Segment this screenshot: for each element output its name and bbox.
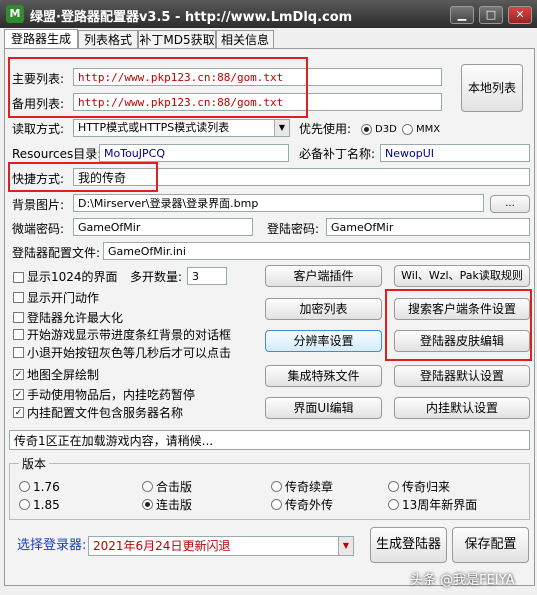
version-xuzhang-label: 传奇续章 — [285, 480, 334, 494]
select-launcher-value: 2021年6月24日更新闪退 — [93, 539, 231, 553]
tab-list-format[interactable]: 列表格式 — [78, 30, 138, 49]
micro-password-label: 微端密码: — [12, 222, 65, 236]
version-heji-label: 合击版 — [156, 480, 193, 494]
app-logo-icon: M — [6, 5, 24, 23]
tab-patch-md5[interactable]: 补丁MD5获取 — [138, 30, 216, 49]
version-185-radio[interactable] — [19, 499, 30, 510]
priority-label: 优先使用: — [299, 122, 352, 136]
default-settings-button[interactable]: 登陆器默认设置 — [394, 365, 530, 387]
watermark: 头条 @我是FEIYA — [410, 573, 515, 588]
login-password-label: 登陆密码: — [267, 222, 320, 236]
option-progress-dialog-checkbox[interactable] — [13, 329, 24, 340]
option-pause-potion-label: 手动使用物品后，内挂吃药暂停 — [27, 388, 196, 402]
login-password-input[interactable]: GameOfMir — [326, 218, 530, 236]
option-progress-dialog-label: 开始游戏显示带进度条红背景的对话框 — [27, 328, 232, 342]
integrate-files-button[interactable]: 集成特殊文件 — [265, 365, 382, 387]
plugin-default-button[interactable]: 内挂默认设置 — [394, 397, 530, 419]
option-door-label: 显示开门动作 — [27, 291, 100, 305]
option-pause-potion-checkbox[interactable]: ✓ — [13, 389, 24, 400]
chevron-down-icon[interactable]: ▼ — [274, 120, 289, 136]
encrypt-list-button[interactable]: 加密列表 — [265, 298, 382, 320]
option-logout-delay-label: 小退开始按钮灰色等几秒后才可以点击 — [27, 346, 232, 360]
multi-open-label: 多开数量: — [130, 270, 183, 284]
version-lianji-label: 连击版 — [156, 498, 193, 512]
multi-open-input[interactable]: 3 — [187, 267, 227, 285]
read-mode-label: 读取方式: — [12, 122, 65, 136]
micro-password-input[interactable]: GameOfMir — [73, 218, 253, 236]
version-185-label: 1.85 — [33, 498, 60, 512]
version-waizhuan-label: 传奇外传 — [285, 498, 334, 512]
read-mode-value: HTTP模式或HTTPS模式读列表 — [78, 121, 230, 134]
version-xuzhang-radio[interactable] — [271, 481, 282, 492]
client-plugin-button[interactable]: 客户端插件 — [265, 265, 382, 287]
resources-input[interactable]: MoTouJPCQ — [99, 144, 289, 162]
version-13th-label: 13周年新界面 — [402, 498, 478, 512]
version-176-label: 1.76 — [33, 480, 60, 494]
maximize-icon[interactable]: □ — [479, 6, 503, 24]
highlight-box-lists — [8, 57, 308, 118]
option-server-name-checkbox[interactable]: ✓ — [13, 407, 24, 418]
option-1024-checkbox[interactable] — [13, 272, 24, 283]
version-guilai-radio[interactable] — [388, 481, 399, 492]
option-fullscreen-map-checkbox[interactable]: ✓ — [13, 369, 24, 380]
highlight-box-shortcut — [8, 162, 158, 192]
option-1024-label: 显示1024的界面 — [27, 270, 118, 284]
config-file-label: 登陆器配置文件: — [12, 246, 101, 260]
version-13th-radio[interactable] — [388, 499, 399, 510]
config-file-input[interactable]: GameOfMir.ini — [103, 242, 530, 260]
status-text-field[interactable]: 传奇1区正在加载游戏内容，请稍候... — [9, 430, 530, 450]
option-door-checkbox[interactable] — [13, 292, 24, 303]
version-group-title: 版本 — [19, 456, 50, 472]
version-guilai-label: 传奇归来 — [402, 480, 451, 494]
minimize-icon[interactable]: ▁ — [450, 6, 474, 24]
select-launcher-dropdown[interactable]: 2021年6月24日更新闪退 ▼ — [88, 536, 354, 556]
tab-generate[interactable]: 登路器生成 — [4, 29, 78, 50]
option-maximize-label: 登陆器允许最大化 — [27, 311, 124, 325]
save-config-button[interactable]: 保存配置 — [452, 527, 529, 563]
select-launcher-label: 选择登录器: — [17, 538, 87, 553]
ui-edit-button[interactable]: 界面UI编辑 — [265, 397, 382, 419]
required-patch-input[interactable]: NewopUI — [380, 144, 530, 162]
priority-mmx-radio[interactable] — [402, 124, 413, 135]
highlight-box-buttons — [385, 289, 532, 361]
window-title: 绿盟·登路器配置器v3.5 - http://www.LmDlq.com — [30, 10, 353, 25]
close-icon[interactable]: ✕ — [508, 6, 532, 24]
priority-d3d-label: D3D — [375, 124, 397, 135]
browse-button[interactable]: ... — [490, 195, 530, 213]
option-maximize-checkbox[interactable] — [13, 312, 24, 323]
required-patch-label: 必备补丁名称: — [299, 147, 376, 161]
priority-d3d-radio[interactable] — [361, 124, 372, 135]
option-server-name-label: 内挂配置文件包含服务器名称 — [27, 406, 184, 420]
resources-label: Resources目录: — [12, 147, 102, 161]
version-lianji-radio[interactable] — [142, 499, 153, 510]
version-176-radio[interactable] — [19, 481, 30, 492]
background-label: 背景图片: — [12, 198, 65, 212]
generate-launcher-button[interactable]: 生成登陆器 — [370, 527, 447, 563]
priority-mmx-label: MMX — [416, 124, 441, 135]
local-list-button[interactable]: 本地列表 — [461, 64, 523, 112]
chevron-down-icon[interactable]: ▼ — [338, 537, 353, 555]
tab-about[interactable]: 相关信息 — [216, 30, 274, 49]
background-input[interactable]: D:\Mirserver\登录器\登录界面.bmp — [73, 194, 484, 212]
option-logout-delay-checkbox[interactable] — [13, 347, 24, 358]
wil-rule-button[interactable]: Wil、Wzl、Pak读取规则 — [394, 265, 530, 287]
read-mode-select[interactable]: HTTP模式或HTTPS模式读列表 ▼ — [73, 119, 290, 137]
version-heji-radio[interactable] — [142, 481, 153, 492]
resolution-button[interactable]: 分辨率设置 — [265, 330, 382, 352]
option-fullscreen-map-label: 地图全屏绘制 — [27, 368, 100, 382]
version-waizhuan-radio[interactable] — [271, 499, 282, 510]
